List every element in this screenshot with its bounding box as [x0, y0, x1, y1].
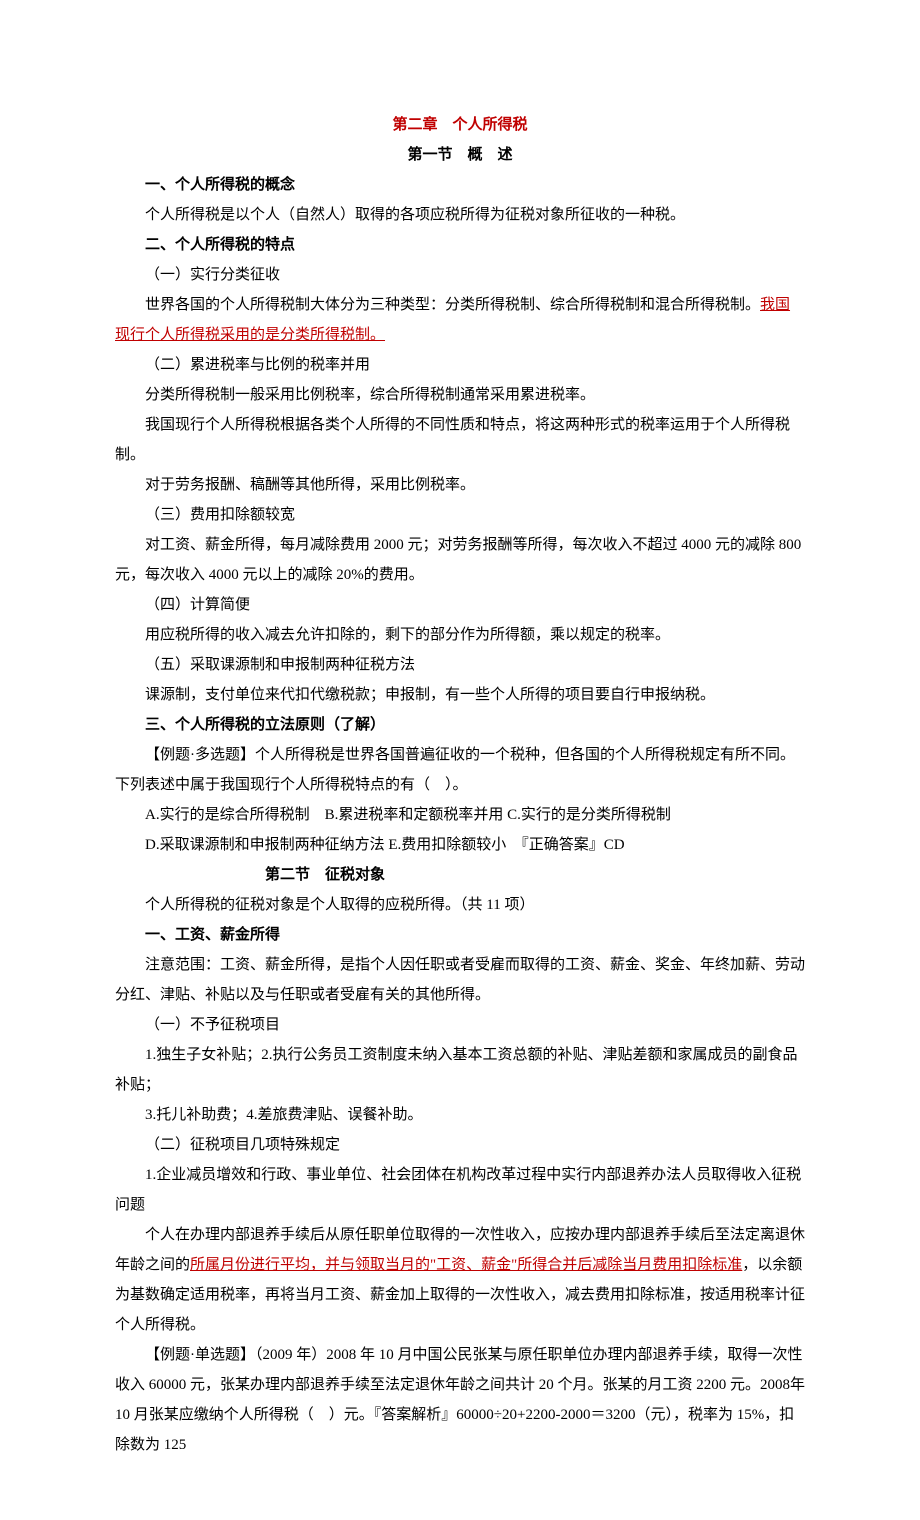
paragraph: 世界各国的个人所得税制大体分为三种类型：分类所得税制、综合所得税制和混合所得税制…	[115, 290, 805, 350]
paragraph: （四）计算简便	[115, 590, 805, 620]
paragraph: （三）费用扣除额较宽	[115, 500, 805, 530]
paragraph: 个人所得税是以个人（自然人）取得的各项应税所得为征税对象所征收的一种税。	[115, 200, 805, 230]
paragraph: （五）采取课源制和申报制两种征税方法	[115, 650, 805, 680]
highlighted-text: 所属月份进行平均，并与领取当月的"工资、薪金"所得合并后减除当月费用扣除标准	[190, 1257, 742, 1273]
chapter-title: 第二章 个人所得税	[115, 110, 805, 140]
paragraph: 对工资、薪金所得，每月减除费用 2000 元；对劳务报酬等所得，每次收入不超过 …	[115, 530, 805, 590]
example-question: 【例题·多选题】个人所得税是世界各国普遍征收的一个税种，但各国的个人所得税规定有…	[115, 740, 805, 800]
example-question: 【例题·单选题】（2009 年）2008 年 10 月中国公民张某与原任职单位办…	[115, 1340, 805, 1460]
paragraph: 3.托儿补助费；4.差旅费津贴、误餐补助。	[115, 1100, 805, 1130]
paragraph: （一）实行分类征收	[115, 260, 805, 290]
text-run: 世界各国的个人所得税制大体分为三种类型：分类所得税制、综合所得税制和混合所得税制…	[145, 297, 760, 313]
answer-option: A.实行的是综合所得税制 B.累进税率和定额税率并用 C.实行的是分类所得税制	[115, 800, 805, 830]
paragraph: （二）征税项目几项特殊规定	[115, 1130, 805, 1160]
paragraph: （一）不予征税项目	[115, 1010, 805, 1040]
heading-2: 二、个人所得税的特点	[115, 230, 805, 260]
paragraph: 1.独生子女补贴；2.执行公务员工资制度未纳入基本工资总额的补贴、津贴差额和家属…	[115, 1040, 805, 1100]
paragraph: 个人在办理内部退养手续后从原任职单位取得的一次性收入，应按办理内部退养手续后至法…	[115, 1220, 805, 1340]
paragraph: （二）累进税率与比例的税率并用	[115, 350, 805, 380]
paragraph: 用应税所得的收入减去允许扣除的，剩下的部分作为所得额，乘以规定的税率。	[115, 620, 805, 650]
paragraph: 分类所得税制一般采用比例税率，综合所得税制通常采用累进税率。	[115, 380, 805, 410]
section-1-title: 第一节 概 述	[115, 140, 805, 170]
paragraph: 个人所得税的征税对象是个人取得的应税所得。（共 11 项）	[115, 890, 805, 920]
paragraph: 注意范围：工资、薪金所得，是指个人因任职或者受雇而取得的工资、薪金、奖金、年终加…	[115, 950, 805, 1010]
answer-option: D.采取课源制和申报制两种征纳方法 E.费用扣除额较小 『正确答案』CD	[115, 830, 805, 860]
heading-4: 一、工资、薪金所得	[115, 920, 805, 950]
document-page: 第二章 个人所得税 第一节 概 述 一、个人所得税的概念 个人所得税是以个人（自…	[0, 0, 920, 1520]
section-2-title: 第二节 征税对象	[115, 860, 805, 890]
paragraph: 1.企业减员增效和行政、事业单位、社会团体在机构改革过程中实行内部退养办法人员取…	[115, 1160, 805, 1220]
heading-3: 三、个人所得税的立法原则（了解）	[115, 710, 805, 740]
paragraph: 我国现行个人所得税根据各类个人所得的不同性质和特点，将这两种形式的税率运用于个人…	[115, 410, 805, 470]
paragraph: 课源制，支付单位来代扣代缴税款；申报制，有一些个人所得的项目要自行申报纳税。	[115, 680, 805, 710]
paragraph: 对于劳务报酬、稿酬等其他所得，采用比例税率。	[115, 470, 805, 500]
heading-1: 一、个人所得税的概念	[115, 170, 805, 200]
